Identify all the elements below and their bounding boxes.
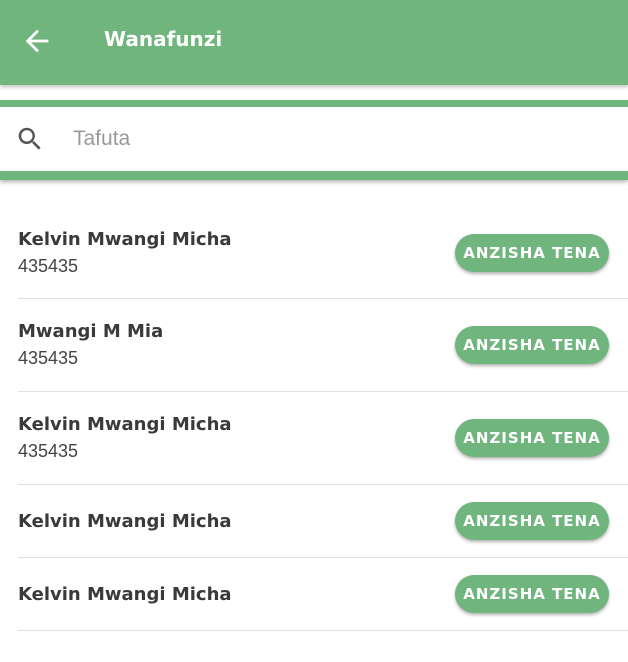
student-name: Kelvin Mwangi Micha <box>18 414 232 435</box>
restart-button[interactable]: ANZISHA TENA <box>455 502 609 540</box>
restart-button[interactable]: ANZISHA TENA <box>455 419 609 457</box>
list-item[interactable]: Mwangi M Mia 435435 ANZISHA TENA <box>18 299 628 392</box>
list-item[interactable]: Kelvin Mwangi Micha 435435 ANZISHA TENA <box>18 207 628 299</box>
student-id: 435435 <box>18 348 79 368</box>
search-input[interactable] <box>73 127 573 151</box>
restart-button[interactable]: ANZISHA TENA <box>455 326 609 364</box>
search-container <box>0 100 628 180</box>
restart-button[interactable]: ANZISHA TENA <box>455 575 609 613</box>
list-item[interactable]: Kelvin Mwangi Micha 435435 ANZISHA TENA <box>18 392 628 485</box>
student-id: 435435 <box>18 255 79 276</box>
list-item[interactable]: Kelvin Mwangi Micha ANZISHA TENA <box>18 485 628 558</box>
app-bar: Wanafunzi <box>0 0 628 85</box>
student-name: Kelvin Mwangi Micha <box>18 510 232 532</box>
student-list: Kelvin Mwangi Micha 435435 ANZISHA TENA M… <box>18 207 628 631</box>
arrow-left-icon[interactable] <box>20 24 54 58</box>
student-id: 435435 <box>18 441 79 461</box>
restart-button[interactable]: ANZISHA TENA <box>455 233 609 272</box>
student-name: Kelvin Mwangi Micha <box>18 228 232 250</box>
page-title: Wanafunzi <box>104 27 223 51</box>
list-item[interactable]: Kelvin Mwangi Micha ANZISHA TENA <box>18 558 628 631</box>
search-icon <box>18 127 41 150</box>
student-name: Kelvin Mwangi Micha <box>18 583 232 605</box>
student-name: Mwangi M Mia <box>18 321 164 342</box>
search-bar <box>0 107 628 171</box>
